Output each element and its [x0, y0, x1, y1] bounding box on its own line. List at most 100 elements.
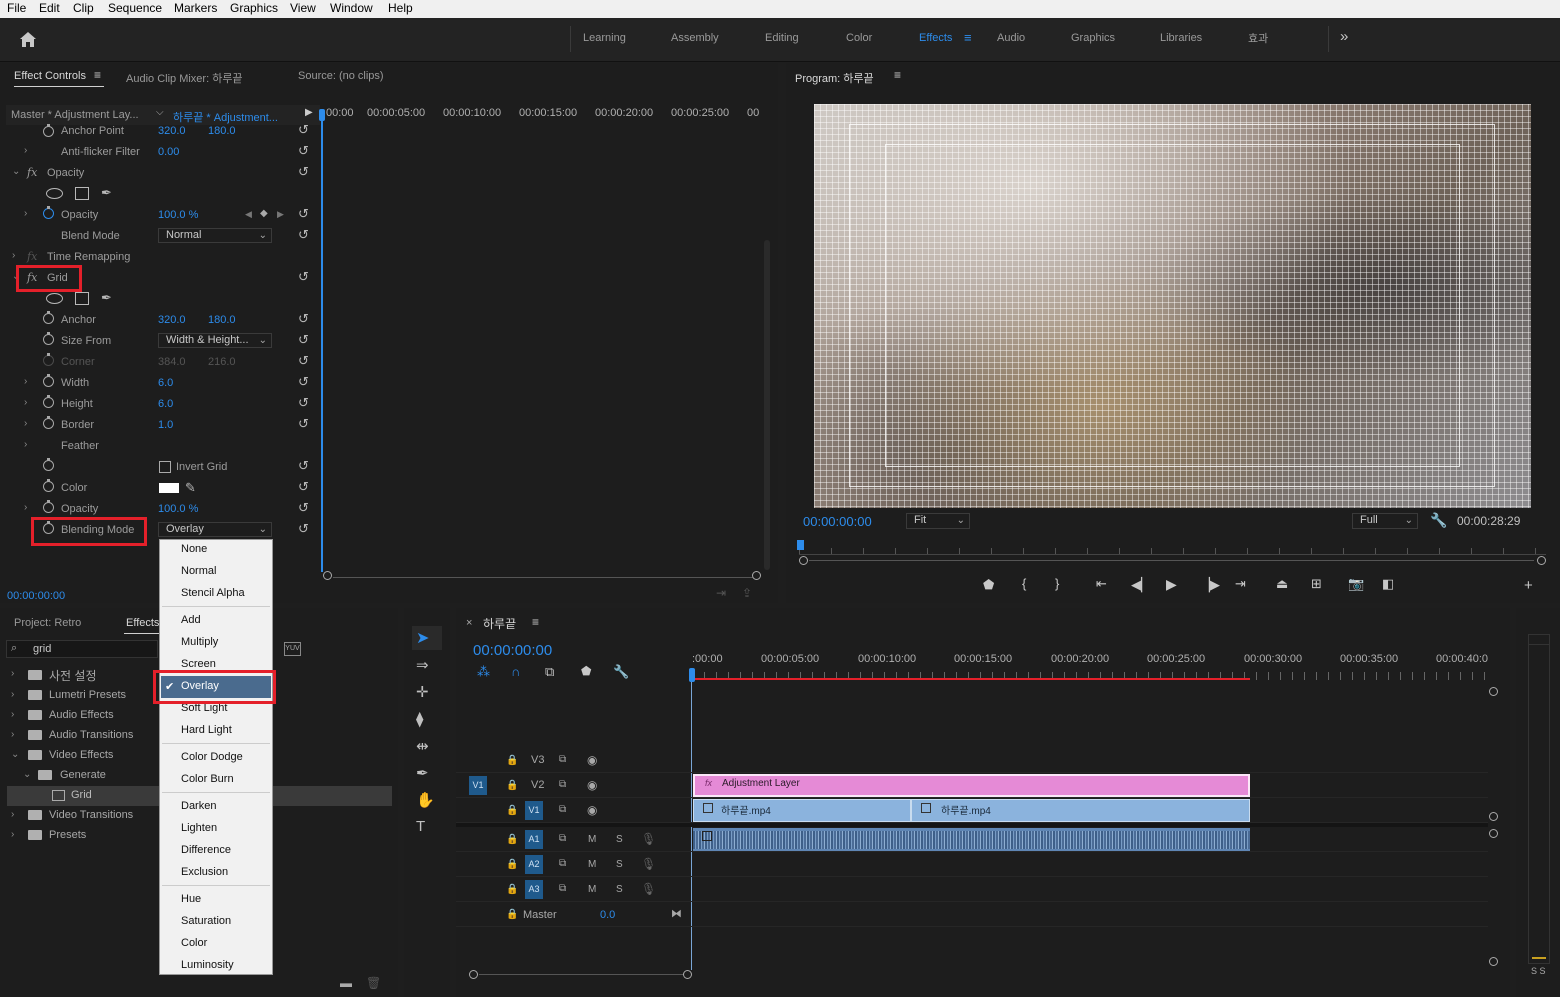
grid-opacity-value[interactable]: 100.0 %	[158, 503, 198, 515]
lock-icon[interactable]: 🔒	[506, 909, 518, 920]
program-playhead[interactable]	[797, 540, 804, 550]
reset-icon[interactable]: ↺	[298, 353, 309, 369]
anchor-x[interactable]: 320.0	[158, 314, 186, 326]
sync-lock-icon[interactable]: ⧉	[559, 754, 566, 765]
export-frame-icon[interactable]: 📷	[1348, 576, 1364, 592]
mute-button[interactable]: M	[588, 884, 596, 895]
solo-labels[interactable]: S S	[1531, 966, 1546, 976]
menu-file[interactable]: File	[7, 1, 26, 15]
trash-icon[interactable]: 🗑	[366, 976, 381, 990]
export-icon[interactable]: ⇪	[742, 586, 752, 600]
add-button-icon[interactable]: +	[1524, 577, 1533, 594]
anchor-point-x[interactable]: 320.0	[158, 125, 186, 137]
workspace-more-icon[interactable]: »	[1340, 28, 1348, 45]
go-to-end-icon[interactable]: ⧓	[671, 907, 682, 920]
workspace-editing[interactable]: Editing	[765, 32, 799, 44]
sync-lock-icon[interactable]: ⧉	[559, 833, 566, 844]
reset-icon[interactable]: ↺	[298, 122, 309, 138]
stopwatch-active-icon[interactable]	[43, 206, 54, 219]
reset-icon[interactable]: ↺	[298, 458, 309, 474]
collapse-chevron-icon[interactable]: ⌄	[11, 749, 19, 760]
lock-icon[interactable]: 🔒	[506, 834, 518, 845]
add-marker-icon[interactable]: ⬟	[983, 577, 994, 593]
timeline-playhead-handle[interactable]	[689, 668, 695, 682]
menu-item-saturation[interactable]: Saturation	[181, 915, 231, 927]
solo-button[interactable]: S	[616, 859, 623, 870]
workspace-color[interactable]: Color	[846, 32, 872, 44]
menu-item-stencil-alpha[interactable]: Stencil Alpha	[181, 587, 245, 599]
menu-item-exclusion[interactable]: Exclusion	[181, 866, 228, 878]
sync-lock-icon[interactable]: ⧉	[559, 779, 566, 790]
color-swatch[interactable]	[159, 483, 179, 493]
mark-in-icon[interactable]: {	[1022, 576, 1026, 591]
selection-tool-icon[interactable]: ➤	[416, 628, 429, 648]
master-clip-select[interactable]: Master * Adjustment Lay...	[11, 109, 139, 121]
expand-chevron-icon[interactable]: ›	[11, 689, 14, 700]
expand-chevron-icon[interactable]: ›	[11, 829, 14, 840]
reset-icon[interactable]: ↺	[298, 521, 309, 537]
workspace-custom[interactable]: 효과	[1248, 30, 1268, 46]
reset-icon[interactable]: ↺	[298, 269, 309, 285]
opacity-value[interactable]: 100.0 %	[158, 209, 198, 221]
mute-button[interactable]: M	[588, 859, 596, 870]
next-keyframe-icon[interactable]: ▶	[277, 209, 284, 220]
wrench-icon[interactable]: 🔧	[1430, 512, 1447, 529]
linked-selection-icon[interactable]: ⧉	[545, 664, 554, 680]
expand-chevron-icon[interactable]: ›	[24, 397, 27, 408]
anchor-point-y[interactable]: 180.0	[208, 125, 236, 137]
eyedropper-icon[interactable]: ✎	[185, 480, 196, 496]
reset-icon[interactable]: ↺	[298, 500, 309, 516]
expand-chevron-icon[interactable]: ›	[24, 502, 27, 513]
menu-clip[interactable]: Clip	[73, 1, 94, 15]
reset-icon[interactable]: ↺	[298, 206, 309, 222]
tab-effects[interactable]: Effects	[126, 617, 159, 629]
menu-item-normal[interactable]: Normal	[181, 565, 216, 577]
stopwatch-icon[interactable]	[43, 458, 54, 471]
eye-icon[interactable]: ◉	[587, 778, 597, 792]
border-value[interactable]: 1.0	[158, 419, 173, 431]
collapse-chevron-icon[interactable]: ⌄	[23, 769, 31, 780]
rectangle-mask-icon[interactable]	[75, 187, 89, 200]
stopwatch-icon[interactable]	[43, 479, 54, 492]
prev-keyframe-icon[interactable]: ◀	[245, 209, 252, 220]
track-divider[interactable]	[456, 823, 1488, 827]
ellipse-mask-icon[interactable]	[46, 188, 63, 199]
expand-chevron-icon[interactable]: ›	[24, 145, 27, 156]
video-clip-1[interactable]: 하루끝.mp4	[693, 799, 911, 822]
mic-icon[interactable]: 🎙	[641, 832, 656, 846]
expand-chevron-icon[interactable]: ›	[11, 668, 14, 679]
menu-item-color[interactable]: Color	[181, 937, 207, 949]
workspace-assembly[interactable]: Assembly	[671, 32, 719, 44]
stopwatch-icon[interactable]	[43, 311, 54, 324]
invert-grid-checkbox[interactable]	[159, 461, 171, 473]
expand-chevron-icon[interactable]: ›	[12, 250, 15, 261]
lock-icon[interactable]: 🔒	[506, 755, 518, 766]
mark-out-icon[interactable]: }	[1055, 576, 1059, 591]
reset-icon[interactable]: ↺	[298, 395, 309, 411]
track-select-tool-icon[interactable]: ⇒	[416, 656, 429, 674]
nest-icon[interactable]: ⁂	[477, 664, 490, 680]
mic-icon[interactable]: 🎙	[641, 882, 656, 896]
lock-icon[interactable]: 🔒	[506, 805, 518, 816]
video-clip-2[interactable]: 하루끝.mp4	[911, 799, 1250, 822]
expand-chevron-icon[interactable]: ›	[11, 809, 14, 820]
master-volume[interactable]: 0.0	[600, 909, 615, 921]
timeline-timecode[interactable]: 00:00:00:00	[473, 642, 552, 659]
ec-scrollbar[interactable]	[764, 240, 770, 570]
menu-item-multiply[interactable]: Multiply	[181, 636, 218, 648]
reset-icon[interactable]: ↺	[298, 416, 309, 432]
play-icon[interactable]: ▶	[305, 107, 313, 118]
step-back-icon[interactable]: ◀▏	[1131, 577, 1151, 593]
workspace-effects[interactable]: Effects	[919, 32, 952, 44]
collapse-chevron-icon[interactable]: ⌄	[12, 166, 20, 177]
workspace-audio[interactable]: Audio	[997, 32, 1025, 44]
go-to-in-icon[interactable]: ⇤	[1096, 576, 1107, 592]
adjustment-layer-clip[interactable]: fx Adjustment Layer	[693, 774, 1250, 797]
audio-clip-1[interactable]	[693, 828, 1250, 851]
quality-dropdown[interactable]: Full ⌄	[1352, 513, 1418, 529]
width-value[interactable]: 6.0	[158, 377, 173, 389]
add-keyframe-icon[interactable]: ◆	[260, 208, 268, 219]
step-forward-icon[interactable]: ▕▶	[1200, 577, 1220, 593]
stopwatch-icon[interactable]	[43, 500, 54, 513]
menu-item-none[interactable]: None	[181, 543, 207, 555]
